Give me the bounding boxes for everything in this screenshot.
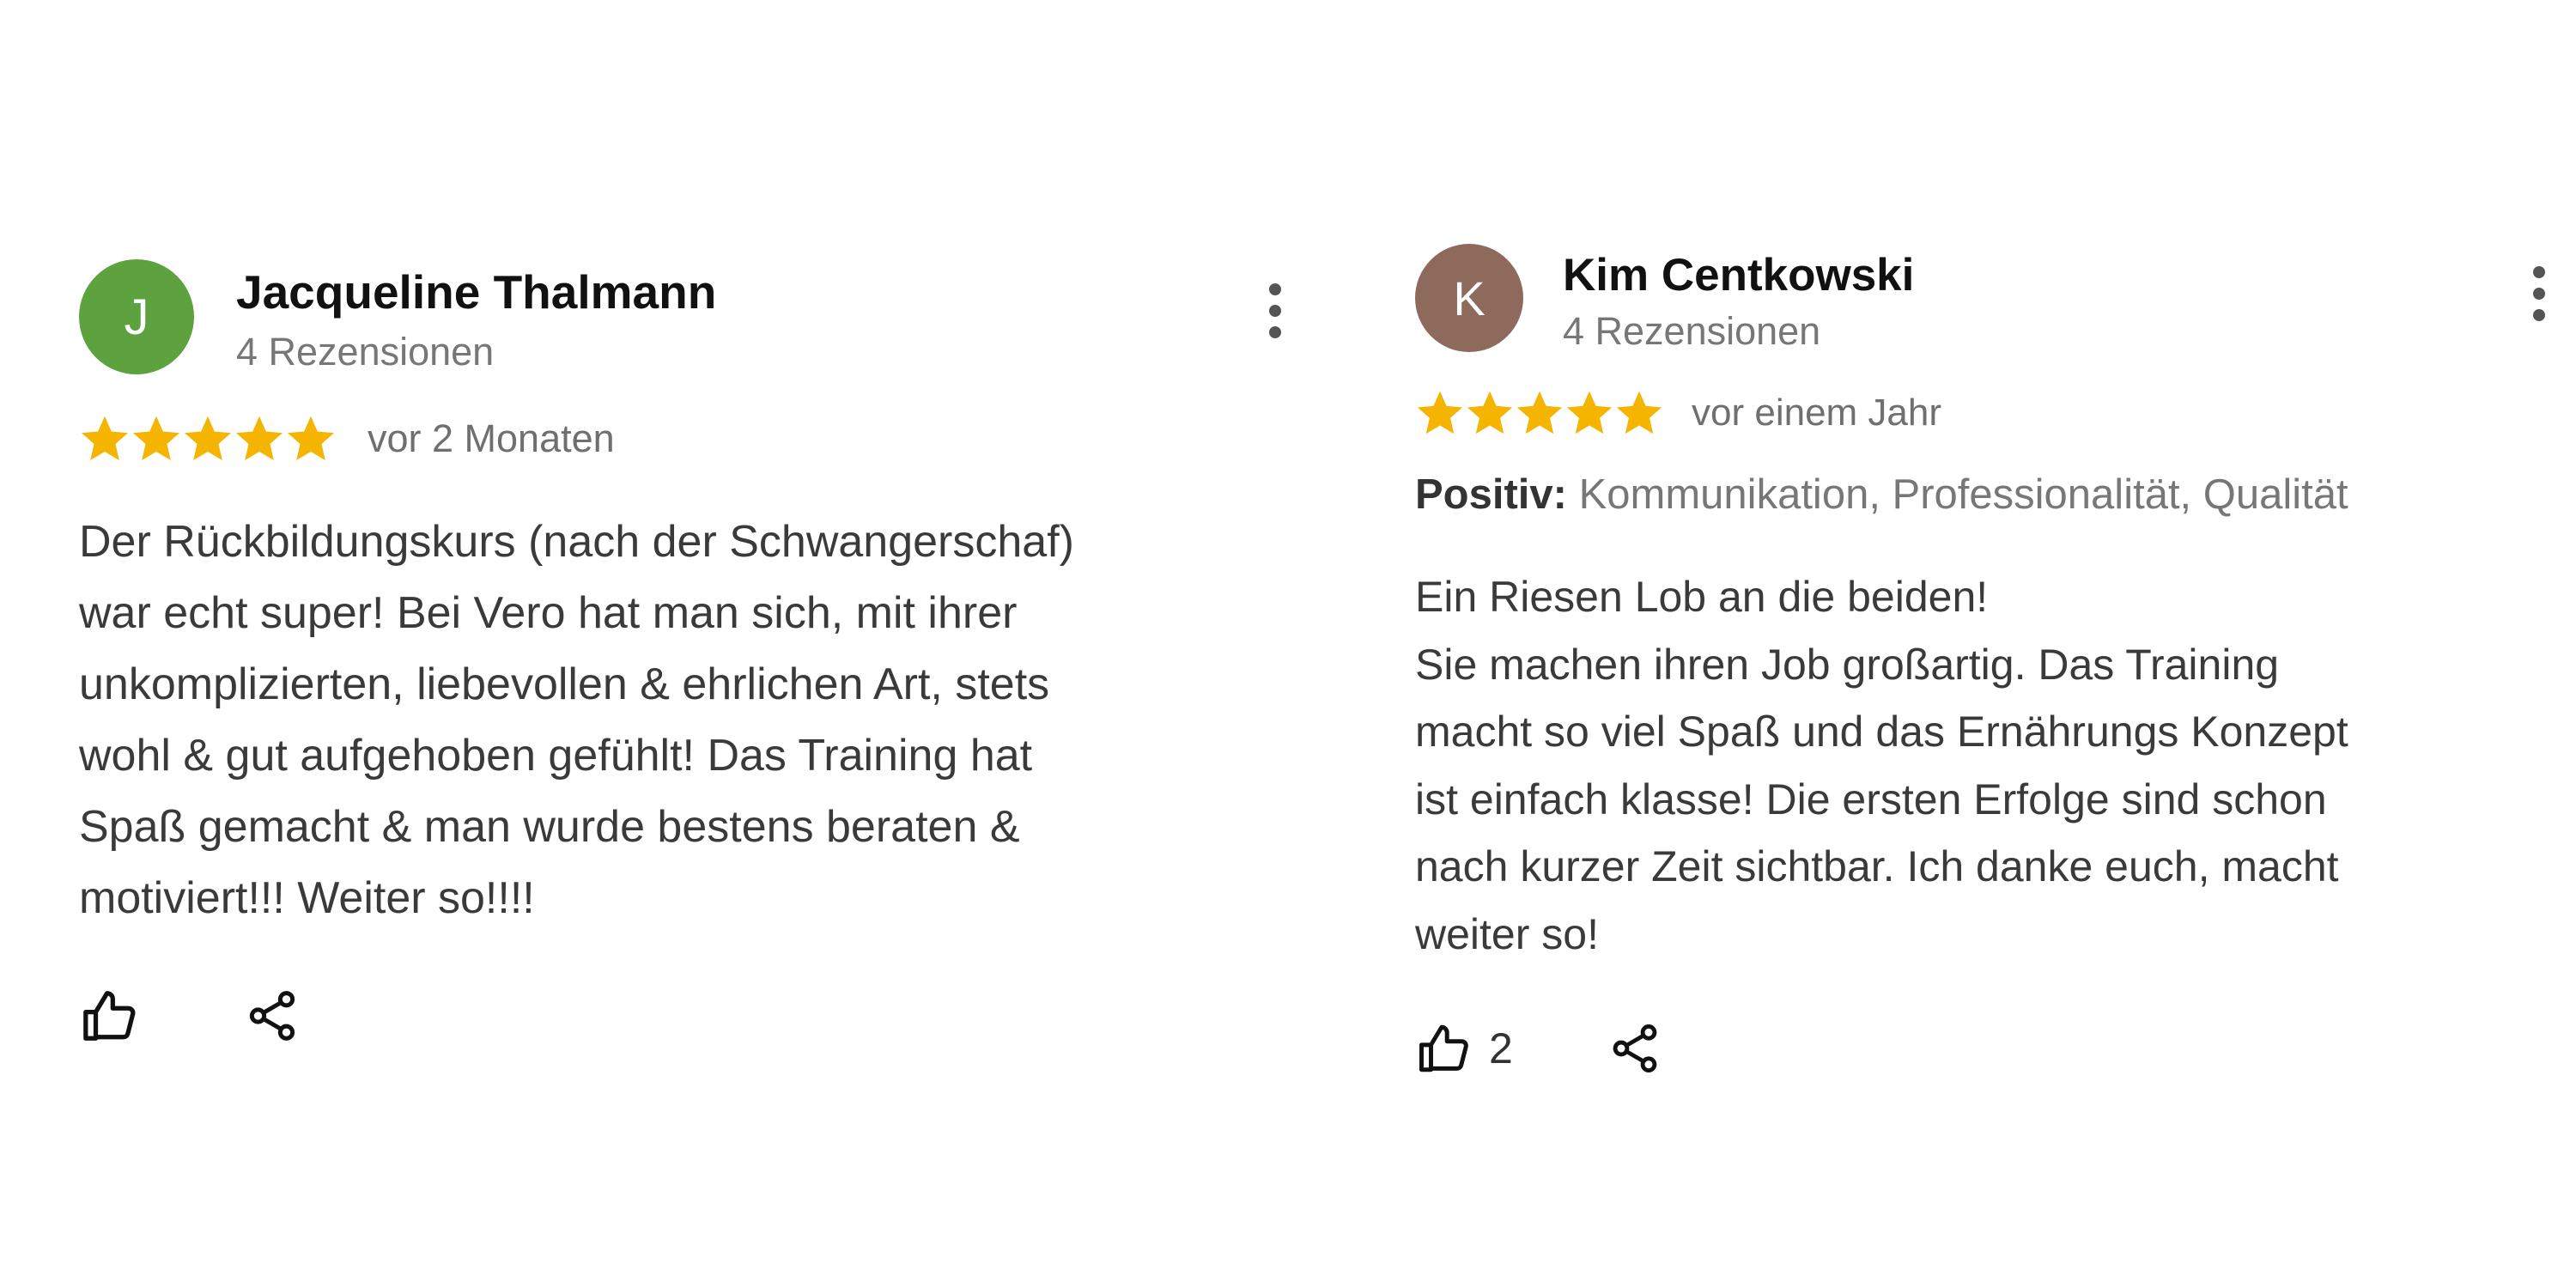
star-rating [1415,388,1664,438]
star-rating [79,413,337,465]
more-vert-icon[interactable] [1264,283,1286,338]
avatar-letter: K [1453,270,1485,325]
positive-label: Positiv: [1415,471,1567,518]
reviewer-name[interactable]: Jacqueline Thalmann [236,264,716,319]
thumb-up-icon [83,991,136,1041]
review-actions [79,986,301,1046]
review-date: vor 2 Monaten [368,416,615,460]
review-count[interactable]: 4 Rezensionen [1563,309,1820,354]
reviewer-name[interactable]: Kim Centkowski [1563,249,1914,301]
avatar[interactable]: J [79,259,194,374]
share-button[interactable] [1607,1021,1662,1076]
star-icon [82,416,128,460]
review-text: Ein Riesen Lob an die beiden! Sie machen… [1415,573,2348,958]
star-icon [1417,391,1463,434]
review-count[interactable]: 4 Rezensionen [236,330,494,374]
review-date: vor einem Jahr [1692,392,1942,434]
star-icon [236,416,283,460]
avatar-letter: J [124,289,149,345]
star-icon [1616,391,1662,434]
star-icon [133,416,179,460]
positive-attributes: Positiv: Kommunikation, Professionalität… [1415,471,2348,519]
like-button[interactable] [79,986,143,1046]
star-icon [288,416,334,460]
rating-row: vor einem Jahr [1415,388,1941,438]
rating-row: vor 2 Monaten [79,412,615,465]
like-button[interactable]: 2 [1415,1020,1513,1077]
review-actions: 2 [1415,1020,1662,1077]
avatar[interactable]: K [1415,244,1523,352]
share-icon [249,991,295,1041]
share-button[interactable] [244,987,301,1044]
review-text: Der Rückbildungskurs (nach der Schwanger… [79,517,1074,923]
like-count: 2 [1489,1024,1513,1072]
more-vert-icon[interactable] [2528,266,2550,321]
star-icon [1566,391,1613,434]
star-icon [1516,391,1563,434]
positive-text: Kommunikation, Professionalität, Qualitä… [1578,471,2348,518]
star-icon [185,416,231,460]
share-icon [1613,1024,1657,1072]
star-icon [1467,391,1513,434]
thumb-up-icon [1419,1024,1468,1072]
